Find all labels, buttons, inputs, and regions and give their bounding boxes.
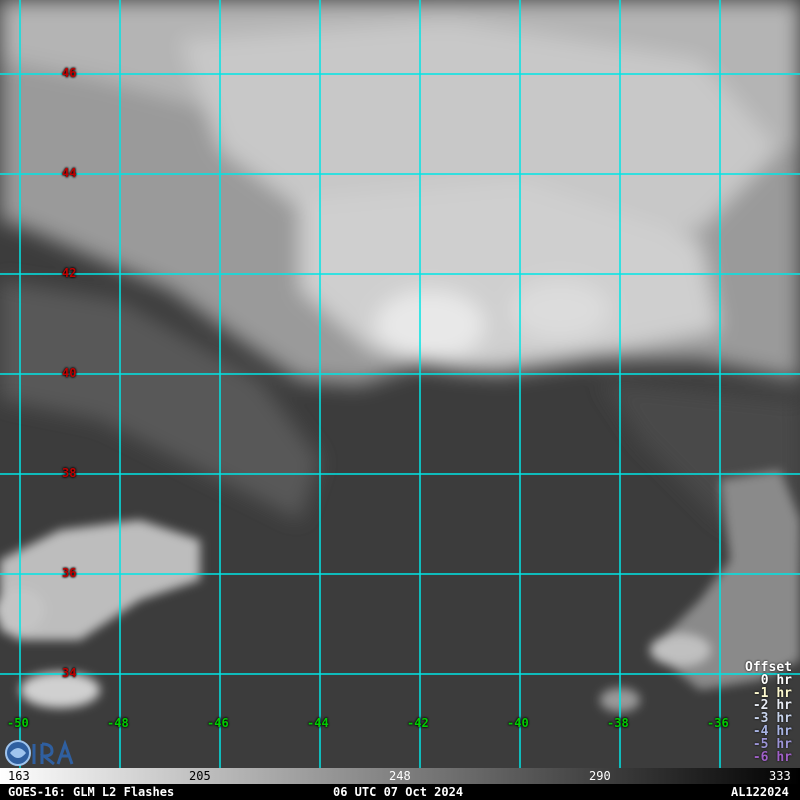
colorbar-tick: 290 bbox=[589, 769, 611, 783]
lat-label: 34 bbox=[62, 666, 77, 680]
footer-storm-id: AL122024 bbox=[731, 785, 789, 799]
colorbar: 163 205 248 290 333 bbox=[0, 768, 800, 784]
lon-label: -40 bbox=[507, 716, 529, 730]
lat-lon-grid bbox=[0, 0, 800, 770]
legend-entry: -6 hr bbox=[752, 749, 792, 765]
cira-logo bbox=[5, 739, 74, 766]
colorbar-tick: 333 bbox=[769, 769, 791, 783]
footer-bar: GOES-16: GLM L2 Flashes 06 UTC 07 Oct 20… bbox=[0, 784, 800, 800]
lat-label: 40 bbox=[62, 366, 77, 380]
colorbar-tick: 248 bbox=[389, 769, 411, 783]
lon-label: -46 bbox=[207, 716, 229, 730]
lon-label: -38 bbox=[607, 716, 629, 730]
colorbar-tick: 205 bbox=[189, 769, 211, 783]
lon-label: -48 bbox=[107, 716, 129, 730]
lat-label: 38 bbox=[62, 466, 77, 480]
lat-label: 44 bbox=[62, 166, 77, 180]
lat-label: 36 bbox=[62, 566, 77, 580]
satellite-image-frame: 46 44 42 40 38 36 34 -50 -48 -46 -44 -42… bbox=[0, 0, 800, 800]
footer-product: GOES-16: GLM L2 Flashes bbox=[8, 785, 175, 799]
lon-label: -50 bbox=[7, 716, 29, 730]
lon-label: -42 bbox=[407, 716, 429, 730]
offset-legend: Offset 0 hr -1 hr -2 hr -3 hr -4 hr -5 h… bbox=[745, 661, 792, 765]
colorbar-tick: 163 bbox=[8, 769, 30, 783]
lat-label: 46 bbox=[62, 66, 77, 80]
lat-label: 42 bbox=[62, 266, 77, 280]
lon-label: -36 bbox=[707, 716, 729, 730]
footer-timestamp: 06 UTC 07 Oct 2024 bbox=[333, 785, 464, 799]
lon-label: -44 bbox=[307, 716, 329, 730]
